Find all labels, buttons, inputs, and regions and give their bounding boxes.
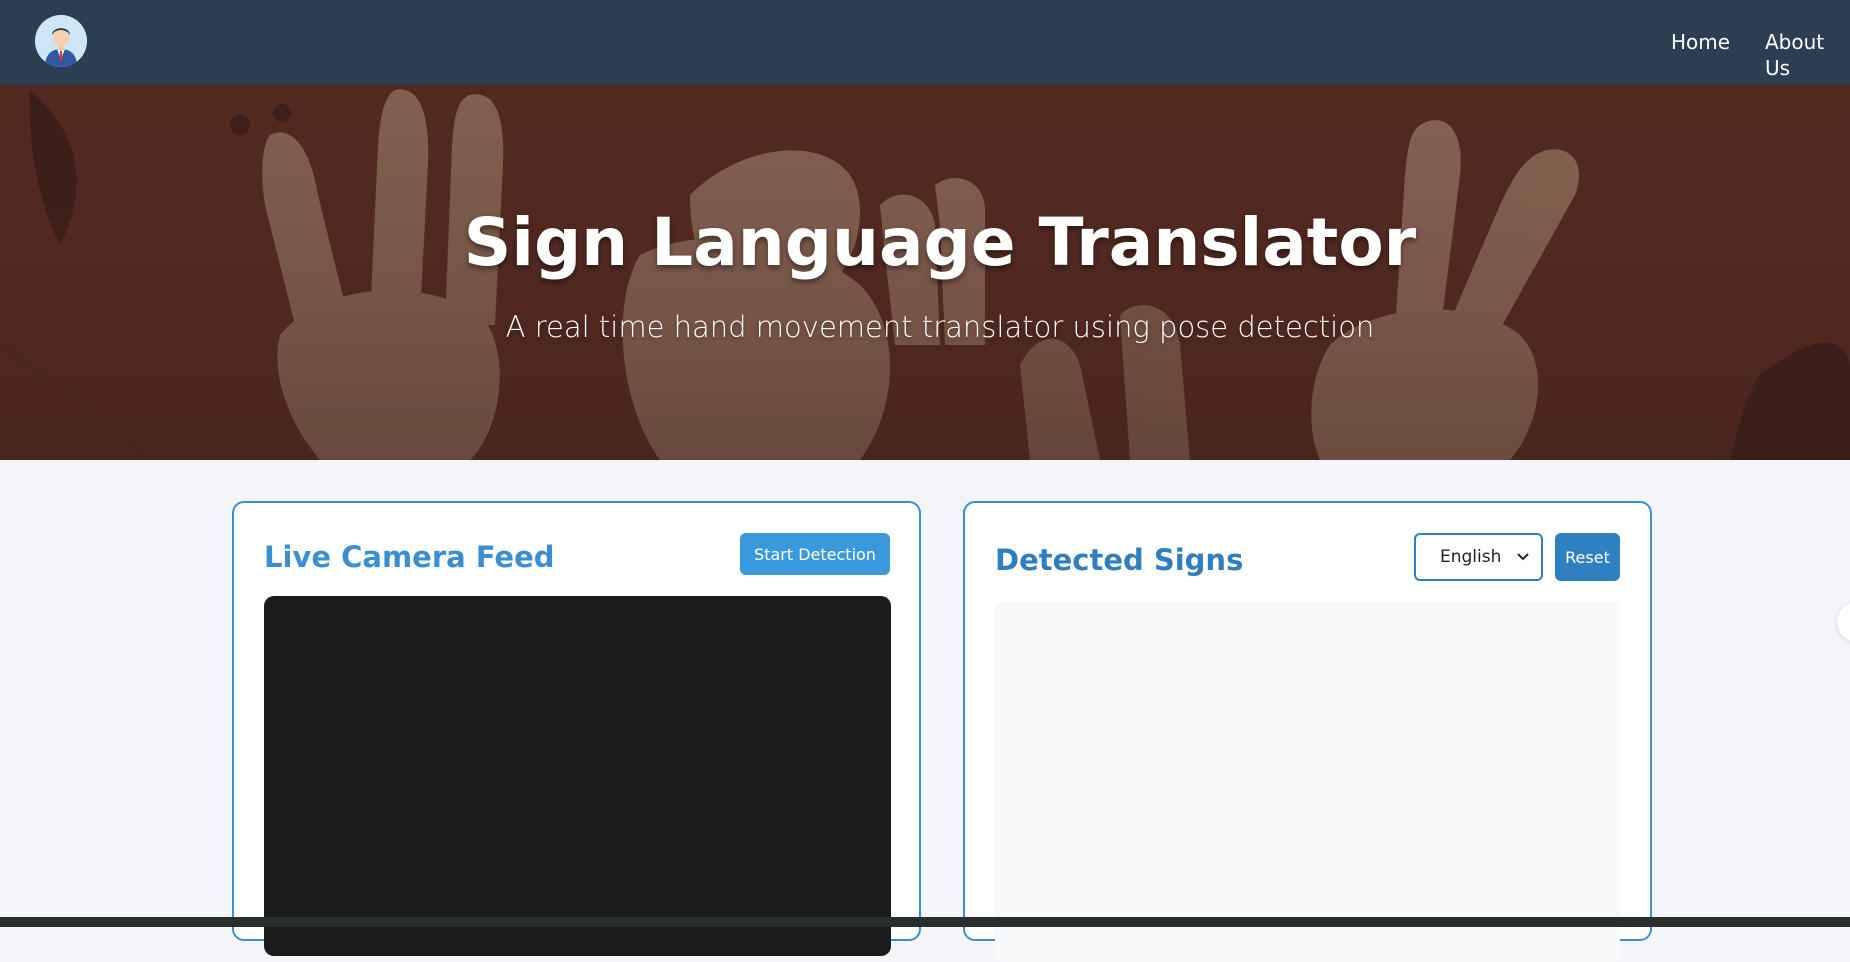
- language-select[interactable]: English: [1414, 533, 1543, 581]
- detected-signs-output: [995, 602, 1620, 962]
- hero-subtitle: A real time hand movement translator usi…: [505, 310, 1375, 344]
- language-select-value: English: [1440, 547, 1502, 567]
- nav-home-link[interactable]: Home: [1671, 29, 1730, 55]
- user-avatar-icon[interactable]: [35, 15, 87, 67]
- detected-signs-title: Detected Signs: [995, 543, 1244, 577]
- camera-panel: Live Camera Feed Start Detection: [232, 501, 921, 956]
- window-bottom-bar: [0, 917, 1850, 927]
- chevron-down-icon: [1517, 550, 1529, 564]
- camera-video-feed: [264, 596, 891, 956]
- camera-panel-title: Live Camera Feed: [264, 540, 555, 574]
- hero-banner: Sign Language Translator A real time han…: [0, 85, 1850, 460]
- start-detection-button[interactable]: Start Detection: [740, 533, 890, 575]
- hero-title: Sign Language Translator: [463, 204, 1417, 281]
- nav-about-link[interactable]: About Us: [1765, 29, 1850, 81]
- side-scroll-handle[interactable]: [1837, 602, 1850, 642]
- detected-signs-panel: Detected Signs English Reset: [963, 501, 1652, 962]
- top-navbar: Home About Us: [0, 0, 1850, 85]
- reset-button[interactable]: Reset: [1555, 533, 1620, 581]
